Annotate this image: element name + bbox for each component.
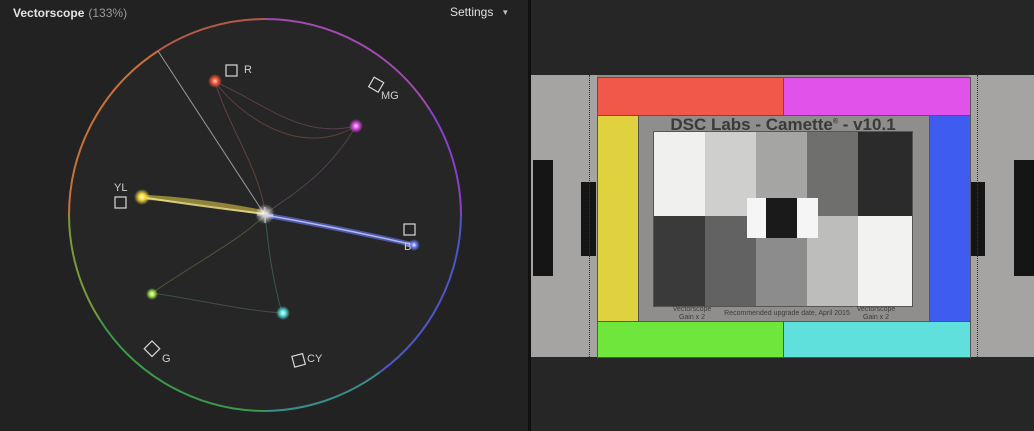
patch: [654, 132, 705, 216]
scope-title-text: Vectorscope: [13, 6, 85, 20]
target-label-mg: MG: [381, 90, 399, 102]
settings-label: Settings: [450, 5, 494, 19]
settings-button[interactable]: Settings ▼: [450, 5, 509, 19]
target-label-r: R: [244, 64, 252, 76]
target-label-cy: CY: [307, 353, 323, 365]
patch: [858, 132, 912, 216]
vectorscope-panel: R MG B CY G YL Vectorscope (133%) Setting…: [0, 0, 528, 431]
yellow-bar: [597, 115, 639, 322]
red-bar: [597, 77, 785, 116]
scope-title: Vectorscope (133%): [13, 6, 127, 20]
magenta-blob: [349, 119, 363, 133]
cyan-bar: [783, 321, 971, 358]
scope-header: Vectorscope (133%) Settings ▼: [0, 0, 528, 26]
framing-line: [977, 75, 978, 357]
red-blob: [208, 74, 222, 88]
registration-tab: [533, 160, 553, 276]
patch: [797, 198, 818, 238]
blue-bar: [929, 115, 971, 322]
magenta-bar: [783, 77, 971, 116]
target-label-g: G: [162, 353, 171, 365]
test-chart: DSC Labs - Camette® - v10.1 Vectorscope …: [597, 75, 971, 358]
target-label-b: B: [404, 241, 411, 253]
patch: [747, 198, 766, 238]
cyan-blob: [276, 306, 290, 320]
chevron-down-icon: ▼: [501, 8, 510, 17]
grayscale-patches: [653, 131, 913, 307]
chart-label-right: Vectorscope Gain x 2: [856, 306, 896, 321]
viewer-panel: DSC Labs - Camette® - v10.1 Vectorscope …: [531, 0, 1034, 431]
patch: [654, 216, 705, 306]
vectorscope-graph: R MG B CY G YL: [68, 18, 462, 412]
viewer-frame: DSC Labs - Camette® - v10.1 Vectorscope …: [531, 75, 1034, 358]
target-label-yl: YL: [114, 182, 127, 194]
framing-line: [589, 75, 590, 357]
scope-zoom-level: (133%): [88, 6, 128, 20]
yellow-blob: [134, 189, 150, 205]
green-blob: [146, 288, 158, 300]
green-bar: [597, 321, 785, 358]
patch: [858, 216, 912, 306]
registration-tab: [1014, 160, 1034, 276]
